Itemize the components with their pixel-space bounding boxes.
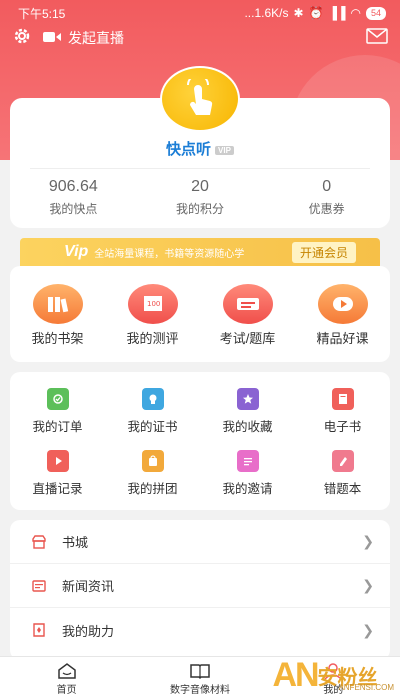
group-buy-icon bbox=[141, 450, 164, 472]
vip-badge: VIP bbox=[215, 145, 234, 155]
news-icon bbox=[30, 577, 48, 595]
stat-label: 我的积分 bbox=[176, 202, 225, 216]
exam-button[interactable]: 考试/题库 bbox=[200, 284, 295, 347]
live-records-label: 直播记录 bbox=[32, 482, 83, 496]
chevron-right-icon: ❯ bbox=[362, 577, 374, 593]
group-buy-button[interactable]: 我的拼团 bbox=[105, 450, 200, 512]
live-record-icon bbox=[46, 450, 69, 472]
stat-coupons[interactable]: 0 优惠券 bbox=[263, 178, 390, 217]
bookshelf-icon bbox=[32, 284, 83, 324]
assessment-label: 我的测评 bbox=[126, 331, 179, 346]
alarm-icon: ⏰ bbox=[308, 6, 324, 20]
menu-list-card: 书城 ❯ 新闻资讯 ❯ 我的助力 ❯ bbox=[10, 520, 390, 660]
open-membership-button[interactable]: 开通会员 bbox=[291, 241, 356, 263]
wifi-icon: ◠ bbox=[350, 6, 361, 20]
my-invites-button[interactable]: 我的邀请 bbox=[200, 450, 295, 512]
top-bar: 发起直播 bbox=[0, 26, 400, 50]
username-text: 快点听 bbox=[166, 141, 212, 158]
nav-media[interactable]: 数字音像材料 bbox=[133, 657, 266, 700]
bookstore-label: 书城 bbox=[62, 535, 89, 550]
settings-icon[interactable] bbox=[12, 26, 32, 51]
vip-description: 全站海量课程，书籍等资源随心学 bbox=[94, 248, 245, 260]
mail-icon[interactable] bbox=[366, 27, 388, 49]
my-favorites-label: 我的收藏 bbox=[222, 420, 273, 434]
exam-icon bbox=[222, 284, 273, 324]
mistake-book-icon bbox=[331, 450, 354, 472]
stat-value: 0 bbox=[322, 178, 332, 195]
boost-label: 我的助力 bbox=[62, 623, 115, 639]
my-favorites-button[interactable]: 我的收藏 bbox=[200, 388, 295, 450]
stat-label: 优惠券 bbox=[308, 202, 345, 216]
assessment-button[interactable]: 100 我的测评 bbox=[105, 284, 200, 347]
bookshelf-label: 我的书架 bbox=[31, 331, 84, 346]
signal-icon: ▐▐ bbox=[328, 6, 346, 20]
ebook-icon bbox=[331, 388, 354, 410]
stat-value: 906.64 bbox=[48, 178, 98, 195]
group-buy-label: 我的拼团 bbox=[127, 482, 178, 496]
nav-home-label: 首页 bbox=[56, 685, 77, 696]
bookshelf-button[interactable]: 我的书架 bbox=[10, 284, 105, 347]
bluetooth-icon: ✱ bbox=[293, 6, 304, 20]
status-bar: 下午5:15 ...1.6K/s ✱ ⏰ ▐▐ ◠ 54 bbox=[0, 0, 400, 26]
svg-text:100: 100 bbox=[147, 300, 160, 308]
ebook-button[interactable]: 电子书 bbox=[295, 388, 390, 450]
chevron-right-icon: ❯ bbox=[362, 533, 374, 549]
list-item-bookstore[interactable]: 书城 ❯ bbox=[10, 520, 390, 564]
list-item-news[interactable]: 新闻资讯 ❯ bbox=[10, 564, 390, 608]
news-label: 新闻资讯 bbox=[62, 579, 115, 594]
ebook-label: 电子书 bbox=[323, 420, 362, 434]
home-icon bbox=[0, 661, 133, 681]
exam-label: 考试/题库 bbox=[219, 331, 276, 346]
sub-features-card: 我的订单 我的证书 我的收藏 电子书 直播记录 我的拼团 我的邀请 错题本 bbox=[10, 372, 390, 510]
play-course-icon bbox=[317, 284, 368, 324]
watermark-logo: AN 安粉丝 ANFENSI.COM bbox=[250, 650, 400, 700]
watermark-sub: ANFENSI.COM bbox=[338, 683, 394, 692]
stat-score[interactable]: 20 我的积分 bbox=[137, 178, 264, 217]
status-time: 下午5:15 bbox=[18, 6, 66, 21]
divider bbox=[30, 168, 370, 169]
status-indicators: ...1.6K/s ✱ ⏰ ▐▐ ◠ 54 bbox=[244, 6, 386, 20]
username[interactable]: 快点听 VIP bbox=[0, 138, 400, 159]
my-orders-label: 我的订单 bbox=[32, 420, 83, 434]
premium-course-label: 精品好课 bbox=[316, 331, 369, 346]
my-orders-button[interactable]: 我的订单 bbox=[10, 388, 105, 450]
my-invites-label: 我的邀请 bbox=[222, 482, 273, 496]
nav-media-label: 数字音像材料 bbox=[169, 685, 230, 696]
video-camera-icon bbox=[42, 30, 62, 47]
avatar-image bbox=[162, 68, 238, 130]
stat-value: 20 bbox=[191, 178, 209, 195]
watermark-brand: AN bbox=[272, 655, 319, 694]
stats-row: 906.64 我的快点 20 我的积分 0 优惠券 bbox=[10, 178, 390, 217]
live-records-button[interactable]: 直播记录 bbox=[10, 450, 105, 512]
my-certificates-label: 我的证书 bbox=[127, 420, 178, 434]
assessment-icon: 100 bbox=[127, 284, 178, 324]
certificate-icon bbox=[141, 388, 164, 410]
order-icon bbox=[46, 388, 69, 410]
boost-icon bbox=[30, 621, 48, 639]
chevron-right-icon: ❯ bbox=[362, 621, 374, 638]
premium-course-button[interactable]: 精品好课 bbox=[295, 284, 390, 347]
main-features-card: 我的书架 100 我的测评 考试/题库 精品好课 bbox=[10, 266, 390, 362]
mistake-book-button[interactable]: 错题本 bbox=[295, 450, 390, 512]
vip-title: Vip bbox=[64, 243, 89, 260]
star-icon bbox=[236, 388, 259, 410]
stat-label: 我的快点 bbox=[49, 202, 98, 216]
start-live-label: 发起直播 bbox=[68, 30, 124, 46]
list-item-boost[interactable]: 我的助力 ❯ bbox=[10, 608, 390, 652]
stat-points[interactable]: 906.64 我的快点 bbox=[10, 178, 137, 217]
my-certificates-button[interactable]: 我的证书 bbox=[105, 388, 200, 450]
avatar[interactable] bbox=[160, 66, 240, 132]
vip-banner[interactable]: Vip 全站海量课程，书籍等资源随心学 开通会员 bbox=[20, 238, 380, 266]
battery-icon: 54 bbox=[365, 6, 386, 20]
tap-hand-icon bbox=[187, 79, 213, 115]
nav-home[interactable]: 首页 bbox=[0, 657, 133, 700]
start-live-button[interactable]: 发起直播 bbox=[42, 28, 124, 48]
invite-icon bbox=[236, 450, 259, 472]
network-speed: ...1.6K/s bbox=[244, 6, 289, 20]
media-book-icon bbox=[133, 661, 266, 681]
mistake-book-label: 错题本 bbox=[323, 482, 362, 496]
store-icon bbox=[30, 533, 48, 551]
